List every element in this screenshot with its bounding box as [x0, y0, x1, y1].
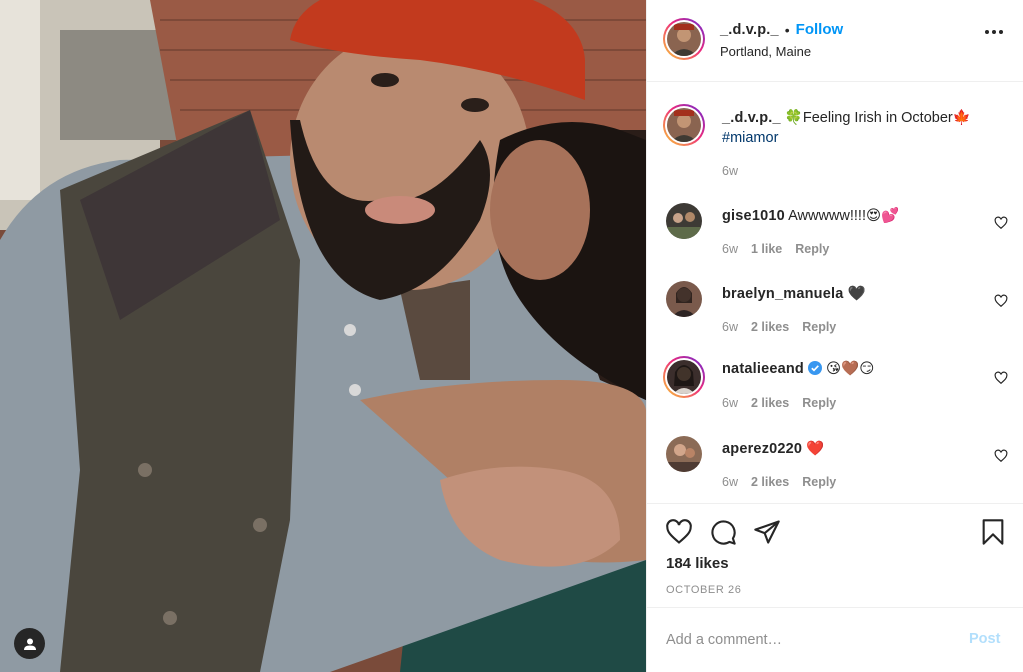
share-icon[interactable] [753, 518, 781, 546]
commenter-avatar-image [666, 203, 702, 239]
commenter-username[interactable]: braelyn_manuela [722, 286, 843, 302]
comment-age: 6w [722, 320, 738, 334]
commenter-avatar[interactable] [663, 356, 705, 398]
bookmark-icon[interactable] [979, 518, 1007, 546]
post-comment-button[interactable]: Post [969, 631, 1000, 647]
comment-likes[interactable]: 2 likes [751, 320, 789, 334]
commenter-avatar-image [666, 436, 702, 472]
heart-icon[interactable] [994, 371, 1008, 385]
commenter-avatar[interactable] [666, 436, 702, 472]
comment-text: braelyn_manuela 🖤 [722, 284, 866, 304]
reply-button[interactable]: Reply [802, 475, 836, 489]
post-image [0, 0, 646, 672]
likes-count[interactable]: 184 likes [666, 555, 729, 572]
comment-body: Awwwww!!!!😍💕 [788, 208, 900, 224]
author-avatar[interactable] [663, 18, 705, 60]
post-caption: _.d.v.p._ 🍀Feeling Irish in October🍁 #mi… [722, 108, 1002, 148]
author-avatar-image [667, 22, 701, 56]
comment-row: braelyn_manuela 🖤 6w 2 likes Reply [647, 281, 1023, 351]
comment-likes[interactable]: 2 likes [751, 396, 789, 410]
post-photo[interactable] [0, 0, 646, 672]
commenter-avatar-image [666, 281, 702, 317]
caption-age: 6w [722, 164, 738, 178]
comment-age: 6w [722, 396, 738, 410]
comment-likes[interactable]: 2 likes [751, 475, 789, 489]
location-link[interactable]: Portland, Maine [720, 44, 811, 59]
comment-body: ❤️ [806, 441, 825, 457]
post-header: _.d.v.p._ • Follow Portland, Maine [647, 0, 1023, 82]
comment-text: aperez0220 ❤️ [722, 439, 824, 459]
heart-icon[interactable] [665, 518, 693, 546]
heart-icon[interactable] [994, 294, 1008, 308]
comment-body: 🖤 [847, 286, 866, 302]
separator-dot: • [784, 21, 790, 38]
post-actions: 184 likes OCTOBER 26 [647, 504, 1023, 608]
commenter-username[interactable]: gise1010 [722, 208, 785, 224]
heart-icon[interactable] [994, 216, 1008, 230]
comment-body: 😘🤎😏 [826, 361, 875, 377]
post-panel: _.d.v.p._ • Follow Portland, Maine _.d.v… [646, 0, 1023, 672]
verified-badge-icon [808, 361, 823, 375]
caption-body: 🍀Feeling Irish in October🍁 [784, 110, 971, 126]
comment-row: natalieeand 😘🤎😏 6w 2 likes Reply [647, 356, 1023, 426]
user-tag-button[interactable] [14, 628, 45, 659]
comment-age: 6w [722, 242, 738, 256]
more-options-icon[interactable] [985, 30, 1003, 34]
caption-author-avatar[interactable] [663, 104, 705, 146]
comment-text: natalieeand 😘🤎😏 [722, 359, 874, 379]
hashtag-link[interactable]: #miamor [722, 130, 778, 146]
post-date: OCTOBER 26 [666, 584, 742, 596]
comment-row: aperez0220 ❤️ 6w 2 likes Reply [647, 436, 1023, 506]
reply-button[interactable]: Reply [802, 320, 836, 334]
commenter-avatar-image [667, 360, 701, 394]
commenter-username[interactable]: natalieeand [722, 361, 804, 377]
comment-row: gise1010 Awwwww!!!!😍💕 6w 1 like Reply [647, 203, 1023, 273]
comment-age: 6w [722, 475, 738, 489]
comment-icon[interactable] [709, 518, 737, 546]
heart-icon[interactable] [994, 449, 1008, 463]
comment-text: gise1010 Awwwww!!!!😍💕 [722, 206, 899, 226]
caption-username[interactable]: _.d.v.p._ [722, 110, 781, 126]
caption-avatar-image [667, 108, 701, 142]
add-comment-bar: Post [647, 608, 1023, 672]
commenter-username[interactable]: aperez0220 [722, 441, 802, 457]
comments-section: _.d.v.p._ 🍀Feeling Irish in October🍁 #mi… [647, 82, 1023, 504]
follow-button[interactable]: Follow [796, 21, 844, 38]
user-tag-icon [23, 638, 36, 650]
reply-button[interactable]: Reply [795, 242, 829, 256]
author-username[interactable]: _.d.v.p._ [720, 22, 779, 38]
commenter-avatar[interactable] [666, 281, 702, 317]
comment-likes[interactable]: 1 like [751, 242, 782, 256]
commenter-avatar[interactable] [666, 203, 702, 239]
comment-input[interactable] [666, 628, 946, 652]
reply-button[interactable]: Reply [802, 396, 836, 410]
